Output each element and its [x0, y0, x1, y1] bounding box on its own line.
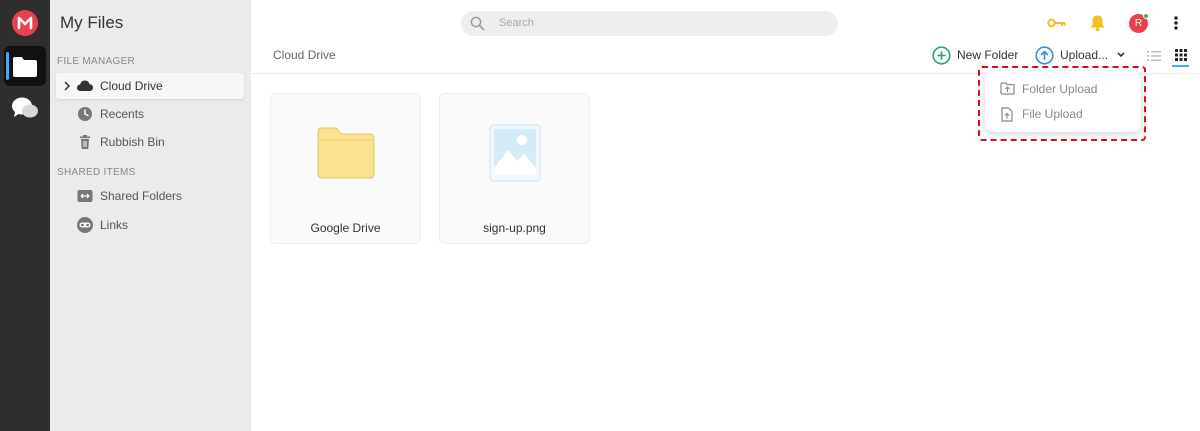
- rail-active-indicator: [6, 52, 9, 80]
- menu-item-file-upload[interactable]: File Upload: [985, 102, 1141, 126]
- list-view-icon[interactable]: [1147, 49, 1161, 67]
- file-upload-icon: [1001, 107, 1013, 122]
- file-tile-image[interactable]: sign-up.png: [439, 93, 590, 244]
- shared-folder-icon: [76, 187, 94, 205]
- sidebar-item-label: Rubbish Bin: [100, 135, 165, 149]
- active-view-indicator: [1172, 65, 1189, 67]
- upload-button[interactable]: Upload...: [1035, 45, 1132, 65]
- clock-icon: [76, 105, 94, 123]
- page-title: My Files: [60, 13, 124, 32]
- cloud-icon: [76, 77, 94, 95]
- file-name: Google Drive: [310, 221, 381, 235]
- link-icon: [76, 216, 94, 234]
- search-placeholder: Search: [499, 17, 534, 29]
- sidebar-item-rubbish-bin[interactable]: Rubbish Bin: [56, 129, 244, 155]
- sidebar-item-cloud-drive[interactable]: Cloud Drive: [56, 73, 244, 99]
- new-folder-label: New Folder: [957, 48, 1019, 62]
- upload-circle-icon: [1035, 45, 1054, 65]
- plus-circle-icon: [932, 45, 951, 65]
- section-label-shared-items: SHARED ITEMS: [57, 167, 136, 178]
- menu-item-label: File Upload: [1022, 107, 1083, 121]
- file-tile-folder[interactable]: Google Drive: [270, 93, 421, 244]
- key-icon[interactable]: [1047, 16, 1067, 35]
- folder-icon: [12, 56, 38, 83]
- sidebar: My Files FILE MANAGER Cloud Drive Recent…: [50, 0, 251, 431]
- sidebar-item-label: Recents: [100, 107, 145, 121]
- upload-label: Upload...: [1060, 48, 1109, 62]
- folder-upload-icon: [1000, 82, 1015, 95]
- bell-icon[interactable]: [1089, 14, 1106, 37]
- sidebar-item-label: Links: [100, 218, 129, 232]
- sidebar-item-links[interactable]: Links: [56, 212, 244, 238]
- chat-icon[interactable]: [11, 96, 39, 127]
- search-icon: [470, 16, 485, 36]
- upload-dropdown-menu: Folder Upload File Upload: [985, 71, 1141, 132]
- file-name: sign-up.png: [483, 221, 546, 235]
- sidebar-item-label: Shared Folders: [100, 189, 183, 203]
- sidebar-item-shared-folders[interactable]: Shared Folders: [56, 183, 244, 209]
- menu-item-label: Folder Upload: [1022, 82, 1098, 96]
- new-folder-button[interactable]: New Folder: [932, 45, 1018, 65]
- folder-icon: [316, 126, 376, 185]
- mega-logo[interactable]: [12, 10, 38, 36]
- chevron-down-icon: [1117, 52, 1125, 58]
- sidebar-item-label: Cloud Drive: [100, 79, 163, 93]
- online-status-dot: [1143, 13, 1149, 19]
- image-file-icon: [489, 124, 541, 187]
- trash-icon: [76, 133, 94, 151]
- app-rail: [0, 0, 50, 431]
- search-input[interactable]: Search: [461, 11, 838, 36]
- sidebar-item-recents[interactable]: Recents: [56, 101, 244, 127]
- menu-item-folder-upload[interactable]: Folder Upload: [985, 77, 1141, 101]
- section-label-file-manager: FILE MANAGER: [57, 56, 136, 67]
- more-options-icon[interactable]: [1174, 16, 1178, 35]
- chevron-right-icon[interactable]: [63, 79, 71, 93]
- breadcrumb[interactable]: Cloud Drive: [273, 48, 336, 62]
- grid-view-icon[interactable]: [1175, 48, 1187, 66]
